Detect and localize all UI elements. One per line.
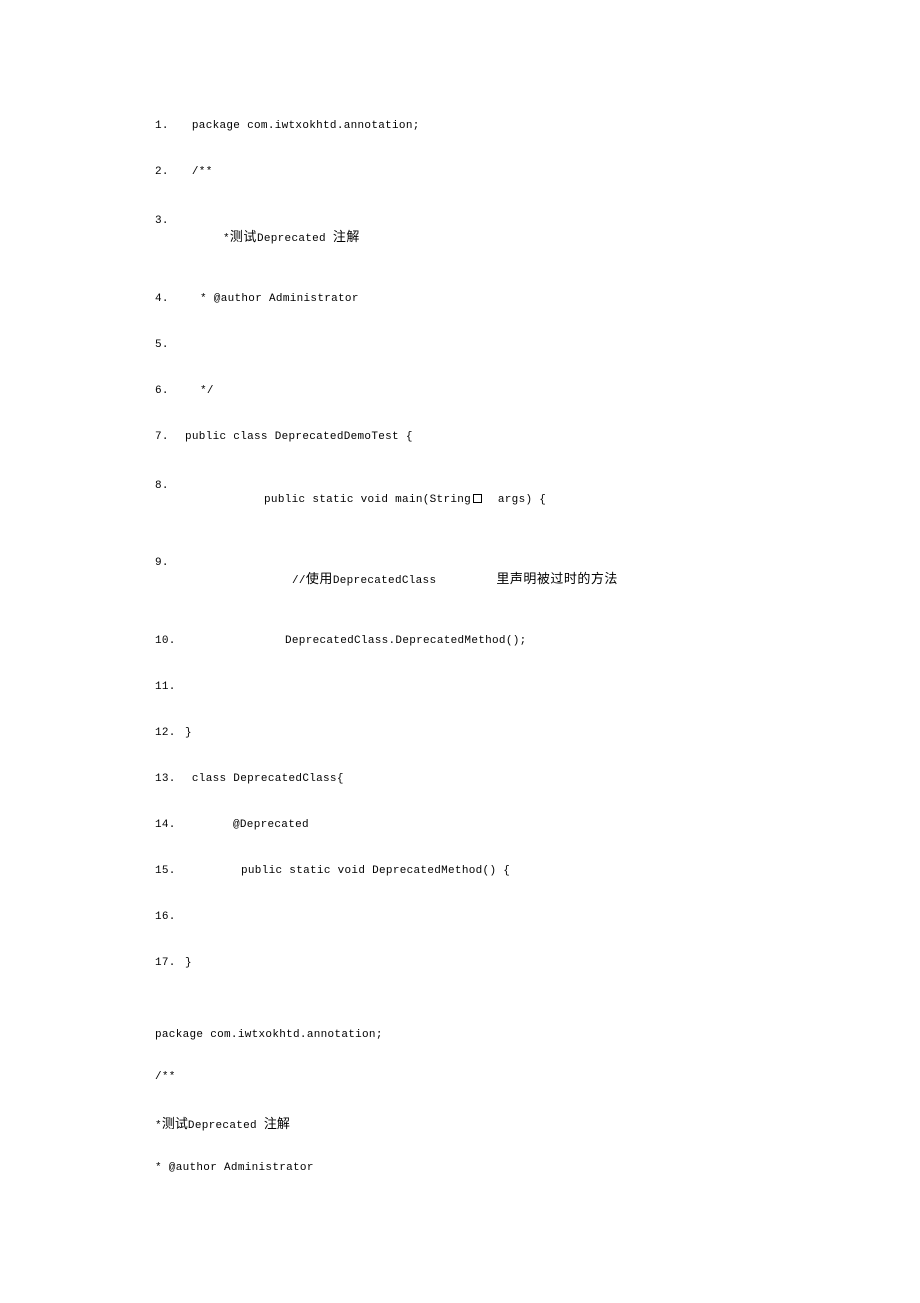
code-line: 7. public class DeprecatedDemoTest { — [155, 431, 765, 443]
line-number: 15. — [155, 865, 185, 877]
line-number: 3. — [155, 215, 185, 227]
line-number: 16. — [155, 911, 185, 923]
line-content: public class DeprecatedDemoTest { — [185, 431, 413, 443]
line-content: //使用DeprecatedClass里声明被过时的方法 — [185, 554, 618, 601]
line-number: 2. — [155, 166, 185, 178]
code-line: 8. public static void main(String args) … — [155, 477, 765, 520]
line-content: @Deprecated — [185, 819, 309, 831]
code-line: 1. package com.iwtxokhtd.annotation; — [155, 120, 765, 132]
line-content: package com.iwtxokhtd.annotation; — [185, 120, 420, 132]
code-line: 15. public static void DeprecatedMethod(… — [155, 865, 765, 877]
line-number: 12. — [155, 727, 185, 739]
code-line: 10. DeprecatedClass.DeprecatedMethod(); — [155, 635, 765, 647]
line-content: public static void main(String args) { — [185, 477, 546, 520]
line-number: 9. — [155, 557, 185, 569]
code-line: 12. } — [155, 727, 765, 739]
line-number: 13. — [155, 773, 185, 785]
plain-line: *测试Deprecated 注解 — [155, 1113, 765, 1132]
code-line: 4. * @author Administrator — [155, 293, 765, 305]
line-content: DeprecatedClass.DeprecatedMethod(); — [185, 635, 527, 647]
line-number: 5. — [155, 339, 185, 351]
line-number: 17. — [155, 957, 185, 969]
line-content: } — [185, 957, 192, 969]
line-number: 14. — [155, 819, 185, 831]
line-number: 4. — [155, 293, 185, 305]
line-content: *测试Deprecated 注解 — [185, 212, 360, 259]
code-line: 9. //使用DeprecatedClass里声明被过时的方法 — [155, 554, 765, 601]
line-content: } — [185, 727, 192, 739]
code-line: 17. } — [155, 957, 765, 969]
line-number: 10. — [155, 635, 185, 647]
line-content: class DeprecatedClass{ — [185, 773, 344, 785]
line-content: */ — [185, 385, 214, 397]
line-number: 8. — [155, 480, 185, 492]
code-line: 6. */ — [155, 385, 765, 397]
line-content: /** — [185, 166, 213, 178]
code-line: 3. *测试Deprecated 注解 — [155, 212, 765, 259]
array-brackets-icon — [473, 494, 482, 503]
plain-line: package com.iwtxokhtd.annotation; — [155, 1029, 765, 1041]
plain-line: /** — [155, 1071, 765, 1083]
line-number: 6. — [155, 385, 185, 397]
numbered-code-list: 1. package com.iwtxokhtd.annotation; 2. … — [155, 120, 765, 969]
code-line: 2. /** — [155, 166, 765, 178]
line-number: 11. — [155, 681, 185, 693]
plain-line: * @author Administrator — [155, 1162, 765, 1174]
code-line: 5. — [155, 339, 765, 351]
line-number: 1. — [155, 120, 185, 132]
line-content: * @author Administrator — [185, 293, 359, 305]
line-number: 7. — [155, 431, 185, 443]
code-line: 14. @Deprecated — [155, 819, 765, 831]
line-content: public static void DeprecatedMethod() { — [185, 865, 510, 877]
code-line: 11. — [155, 681, 765, 693]
code-line: 13. class DeprecatedClass{ — [155, 773, 765, 785]
code-line: 16. — [155, 911, 765, 923]
plain-code-list: package com.iwtxokhtd.annotation; /** *测… — [155, 1029, 765, 1174]
